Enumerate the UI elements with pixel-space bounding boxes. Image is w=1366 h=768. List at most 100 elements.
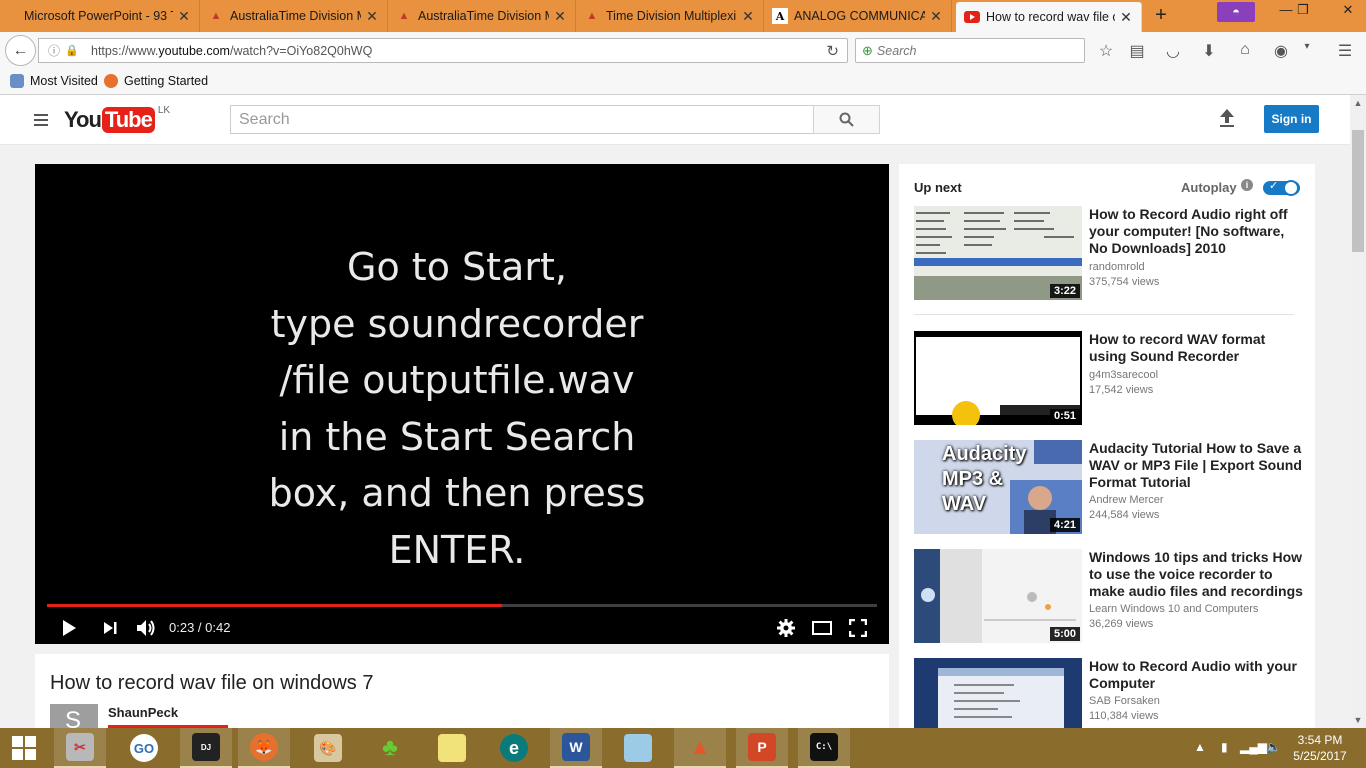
taskbar-app-tablet[interactable]: [612, 728, 664, 768]
progress-fill: [47, 604, 502, 607]
volume-button[interactable]: [133, 616, 159, 640]
restore-button[interactable]: ❐: [1285, 0, 1321, 22]
close-icon[interactable]: ✕: [553, 8, 567, 25]
video-duration: 5:00: [1049, 627, 1080, 641]
window-close-button[interactable]: ✕: [1330, 0, 1366, 22]
taskbar-app-edge[interactable]: e: [488, 728, 540, 768]
download-icon[interactable]: ⬇: [1198, 41, 1220, 61]
taskbar-app-powerpoint[interactable]: P: [736, 728, 788, 768]
menu-icon[interactable]: ☰: [1334, 41, 1356, 61]
close-icon[interactable]: ✕: [929, 8, 943, 25]
taskbar-app-cmd[interactable]: C:\: [798, 728, 850, 768]
related-video-title[interactable]: How to record WAV format using Sound Rec…: [1089, 331, 1304, 365]
battery-icon[interactable]: ▮: [1221, 740, 1228, 754]
autoplay-toggle[interactable]: ✓: [1263, 180, 1300, 196]
video-info: How to record wav file on windows 7 S Sh…: [35, 654, 889, 734]
taskbar-app-dj[interactable]: DJ: [180, 728, 232, 768]
youtube-search-input[interactable]: Search: [230, 105, 814, 134]
related-video-title[interactable]: How to Record Audio right off your compu…: [1089, 206, 1304, 257]
tab-analog[interactable]: A ANALOG COMMUNICA ✕: [764, 0, 952, 32]
close-icon[interactable]: ✕: [177, 8, 191, 25]
taskbar-app-firefox[interactable]: 🦊: [238, 728, 290, 768]
firefox-icon: 🦊: [250, 733, 278, 761]
scrollbar-thumb[interactable]: [1352, 130, 1364, 252]
tab-youtube-active[interactable]: How to record wav file o ✕: [956, 2, 1142, 32]
browser-search-input[interactable]: ⊕ Search: [855, 38, 1085, 63]
related-video-title[interactable]: Audacity Tutorial How to Save a WAV or M…: [1089, 440, 1304, 491]
close-icon[interactable]: ✕: [365, 8, 379, 25]
taskbar-app-solitaire[interactable]: ♣: [364, 728, 416, 768]
chevron-up-icon[interactable]: ▲: [1194, 740, 1206, 754]
tab-powerpoint[interactable]: Microsoft PowerPoint - 93 T ✕: [0, 0, 200, 32]
video-thumbnail[interactable]: 5:00: [914, 549, 1082, 643]
taskbar-app-paint[interactable]: 🎨: [302, 728, 354, 768]
info-icon[interactable]: ⓘ: [43, 42, 65, 59]
reload-icon[interactable]: ↻: [826, 42, 839, 60]
video-player[interactable]: Go to Start, type soundrecorder /file ou…: [35, 164, 889, 644]
tab-time-division[interactable]: ▲ Time Division Multiplexi ✕: [576, 0, 764, 32]
start-button[interactable]: [0, 728, 48, 768]
home-icon[interactable]: ⌂: [1234, 41, 1256, 61]
video-thumbnail[interactable]: Audacity MP3 & WAV 4:21: [914, 440, 1082, 534]
taskbar-app-matlab[interactable]: ▲: [674, 728, 726, 768]
caption-line: in the Start Search: [278, 414, 636, 459]
taskbar-app-notes[interactable]: [426, 728, 478, 768]
bookmark-getting-started[interactable]: Getting Started: [104, 74, 208, 88]
related-video[interactable]: 3:22 How to Record Audio right off your …: [914, 206, 1304, 300]
sign-in-button[interactable]: Sign in: [1264, 105, 1319, 133]
related-video[interactable]: Audacity MP3 & WAV 4:21 Audacity Tutoria…: [914, 440, 1304, 534]
settings-button[interactable]: [773, 616, 799, 640]
related-video[interactable]: 0:51 How to record WAV format using Soun…: [914, 331, 1304, 425]
bookmark-label: Getting Started: [124, 74, 209, 88]
channel-name[interactable]: ShaunPeck: [108, 705, 178, 720]
next-button[interactable]: [97, 616, 123, 640]
bookmark-star-icon[interactable]: ☆: [1095, 41, 1117, 61]
play-button[interactable]: [56, 616, 82, 640]
scroll-up-arrow[interactable]: ▲: [1350, 95, 1366, 111]
pocket-icon[interactable]: ◡: [1162, 41, 1184, 61]
info-icon[interactable]: i: [1241, 179, 1253, 191]
bookmark-most-visited[interactable]: Most Visited: [10, 74, 98, 88]
theater-mode-button[interactable]: [809, 616, 835, 640]
youtube-logo[interactable]: You Tube LK: [64, 105, 170, 135]
close-icon[interactable]: ✕: [741, 8, 755, 25]
close-icon[interactable]: ✕: [1119, 9, 1133, 26]
related-video-title[interactable]: How to Record Audio with your Computer: [1089, 658, 1304, 692]
search-button[interactable]: [813, 105, 880, 134]
fullscreen-button[interactable]: [845, 616, 871, 640]
back-button[interactable]: ←: [5, 35, 36, 66]
tab-title: Microsoft PowerPoint - 93 T: [24, 9, 173, 23]
related-video-title[interactable]: Windows 10 tips and tricks How to use th…: [1089, 549, 1304, 600]
page-scrollbar[interactable]: ▲ ▼: [1350, 95, 1366, 728]
scroll-down-arrow[interactable]: ▼: [1350, 712, 1366, 728]
go-app-icon: GO: [130, 734, 158, 762]
next-icon: [104, 622, 117, 634]
upload-icon[interactable]: [1216, 108, 1238, 130]
search-icon: [839, 112, 854, 127]
fullscreen-icon: [848, 618, 868, 638]
video-thumbnail[interactable]: 3:22: [914, 206, 1082, 300]
reading-list-icon[interactable]: ▤: [1126, 41, 1148, 61]
matlab-icon: ▲: [210, 10, 222, 22]
extension-icon[interactable]: ◉: [1270, 41, 1292, 61]
related-video[interactable]: 5:00 Windows 10 tips and tricks How to u…: [914, 549, 1304, 643]
progress-bar[interactable]: [47, 604, 877, 607]
tab-australia-2[interactable]: ▲ AustraliaTime Division M ✕: [388, 0, 576, 32]
check-icon: ✓: [1269, 180, 1279, 192]
address-bar[interactable]: ⓘ 🔒 https://www.youtube.com/watch?v=OiYo…: [38, 38, 848, 63]
video-thumbnail[interactable]: 0:51: [914, 331, 1082, 425]
tab-australia-1[interactable]: ▲ AustraliaTime Division M ✕: [200, 0, 388, 32]
network-icon[interactable]: ▂▄▆: [1240, 740, 1267, 754]
caption-line: type soundrecorder: [270, 301, 644, 346]
chevron-down-icon[interactable]: ▾: [1296, 41, 1318, 61]
new-tab-button[interactable]: +: [1150, 4, 1172, 26]
bookmark-label: Most Visited: [30, 74, 98, 88]
taskbar-app-go[interactable]: GO: [118, 728, 170, 768]
hamburger-menu-icon[interactable]: [34, 114, 48, 126]
taskbar-app-snipping[interactable]: ✂: [54, 728, 106, 768]
taskbar-app-word[interactable]: W: [550, 728, 602, 768]
browser-tab-bar: Microsoft PowerPoint - 93 T ✕ ▲ Australi…: [0, 0, 1366, 32]
volume-icon[interactable]: 🔈: [1266, 740, 1281, 754]
firefox-icon: [104, 74, 118, 88]
system-clock[interactable]: 3:54 PM 5/25/2017: [1288, 732, 1352, 764]
